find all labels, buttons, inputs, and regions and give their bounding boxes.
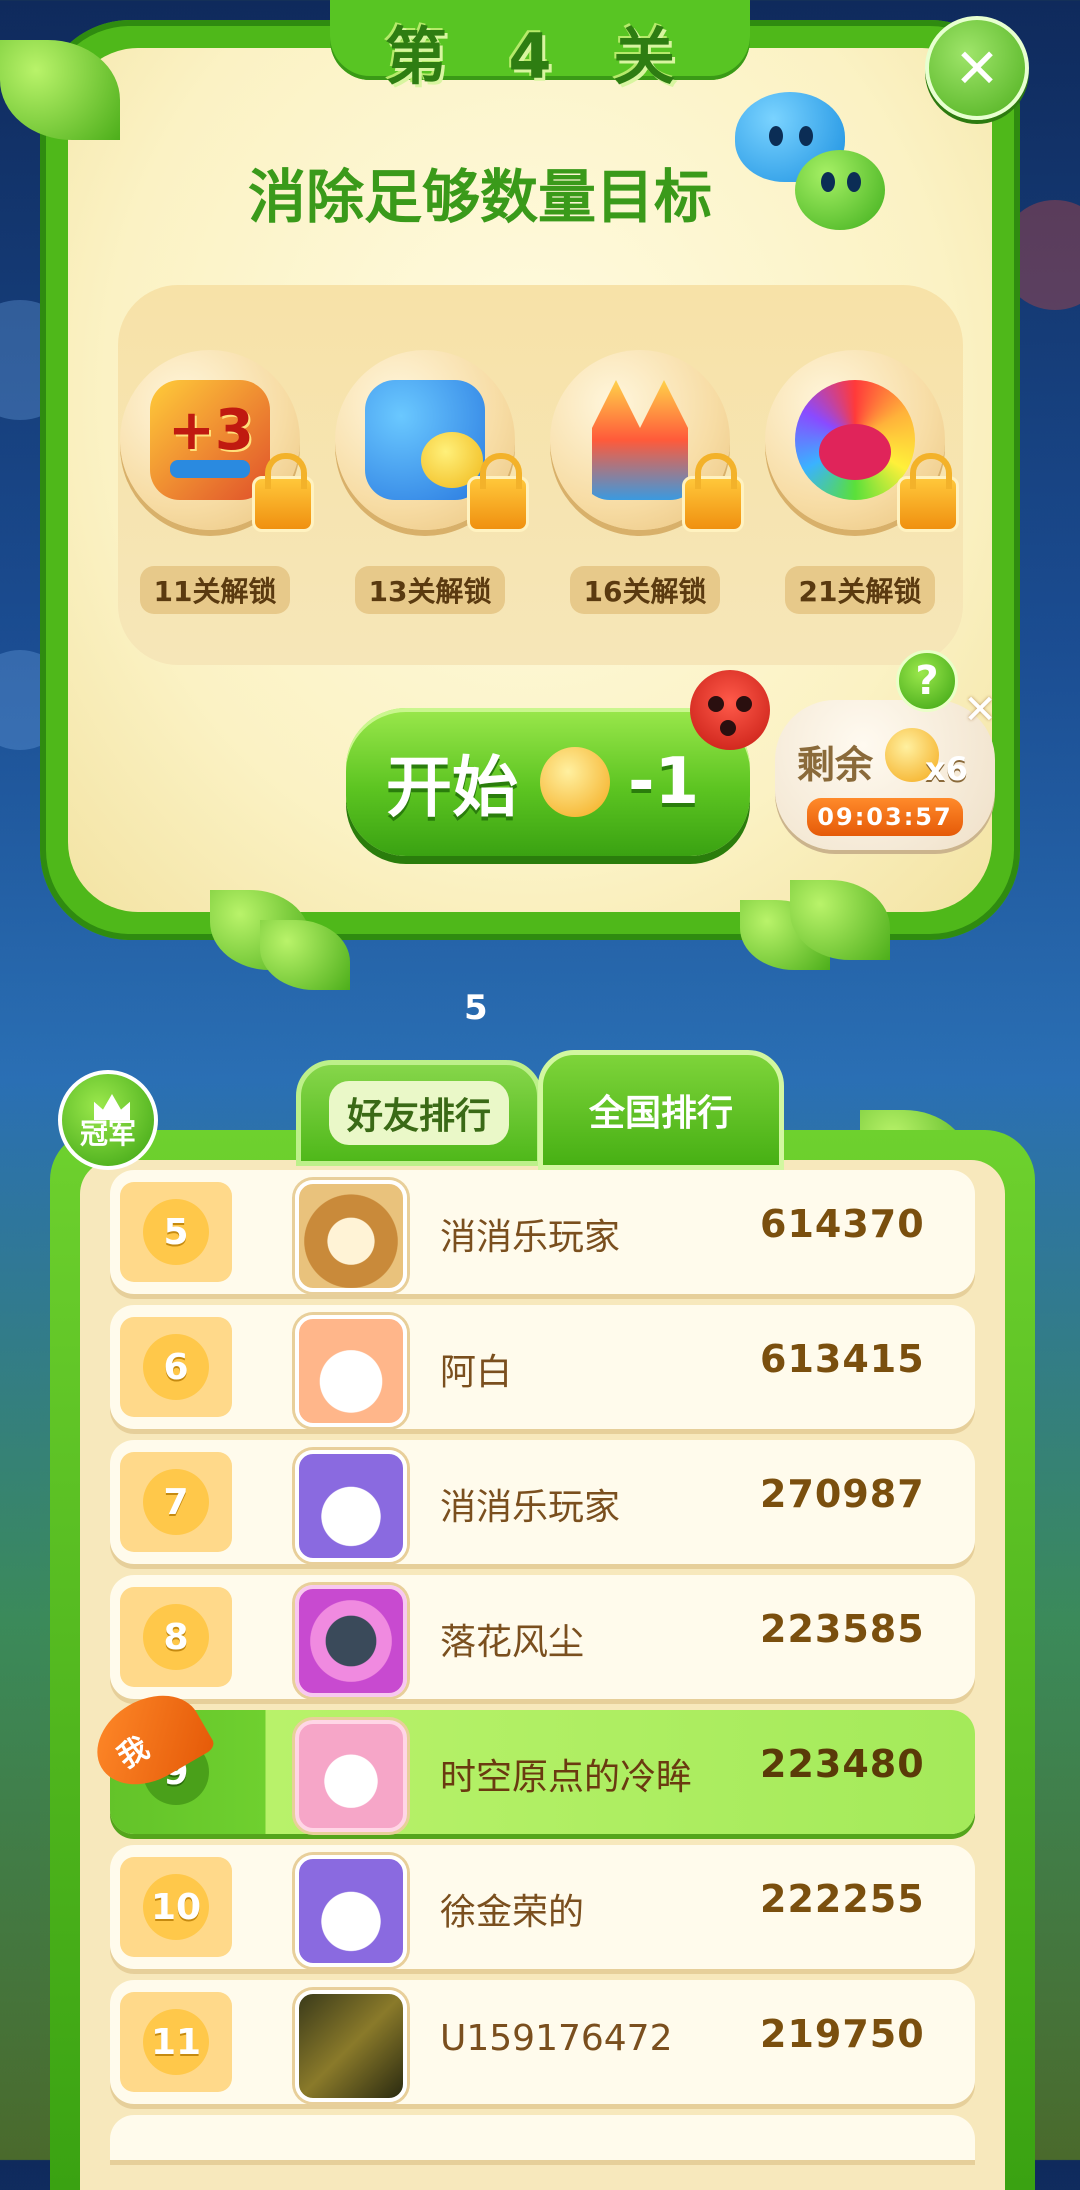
level-goal-text: 消除足够数量目标 <box>247 163 712 231</box>
map-level-number: 5 <box>464 988 488 1028</box>
ladybug-icon <box>690 670 770 750</box>
player-name: 消消乐玩家 <box>440 1217 621 1258</box>
booster-unlock-label: 13关解锁 <box>355 566 505 614</box>
puppy-avatar <box>295 1315 407 1427</box>
remaining-label: 剩余 <box>797 743 874 787</box>
bunny-avatar <box>295 1855 407 1967</box>
rank-number: 11 <box>143 2009 209 2075</box>
booster-unlock-label: 11关解锁 <box>140 566 290 614</box>
crown-icon <box>94 1094 130 1120</box>
player-name: 时空原点的冷眸 <box>440 1757 693 1798</box>
booster-unlock-label: 16关解锁 <box>570 566 720 614</box>
player-score: 614370 <box>760 1202 925 1246</box>
rank-number: 8 <box>143 1604 209 1670</box>
energy-timer: 09:03:57 <box>807 798 963 836</box>
player-score: 270987 <box>760 1472 925 1516</box>
close-icon: ✕ <box>954 36 1000 100</box>
frog-icon <box>795 150 885 230</box>
remaining-count: x6 <box>925 750 968 788</box>
player-score: 222255 <box>760 1877 925 1921</box>
leaderboard-row[interactable]: 6 阿白 613415 <box>110 1305 975 1429</box>
player-name: 徐金荣的 <box>440 1892 585 1933</box>
booster-firework[interactable] <box>550 350 744 532</box>
player-name: 消消乐玩家 <box>440 1487 621 1528</box>
close-button[interactable]: ✕ <box>925 16 1029 120</box>
tab-national-ranking[interactable]: 全国排行 <box>538 1050 784 1170</box>
pig-frame-avatar <box>295 1720 407 1832</box>
player-name: 落花风尘 <box>440 1622 585 1663</box>
leaderboard-row[interactable]: 11 U159176472 219750 <box>110 1980 975 2104</box>
tab-friends-ranking[interactable]: 好友排行 <box>296 1060 542 1166</box>
lock-icon <box>467 453 529 532</box>
tab-label: 全国排行 <box>588 1093 733 1134</box>
photo-frame-avatar <box>295 1585 407 1697</box>
booster-rainbow[interactable] <box>765 350 959 532</box>
bunny-avatar <box>295 1450 407 1562</box>
level-title: 第 4 关 <box>384 20 696 93</box>
booster-unlock-label: 21关解锁 <box>785 566 935 614</box>
start-cost: -1 <box>628 745 700 819</box>
energy-potion-icon <box>540 747 610 817</box>
question-icon: ? <box>915 658 939 704</box>
rank-number: 5 <box>143 1199 209 1265</box>
help-button[interactable]: ? <box>896 650 958 712</box>
player-score: 223480 <box>760 1742 925 1786</box>
lock-icon <box>682 453 744 532</box>
leaderboard-row[interactable]: 10 徐金荣的 222255 <box>110 1845 975 1969</box>
leaderboard-row[interactable]: 8 落花风尘 223585 <box>110 1575 975 1699</box>
photo-avatar <box>295 1990 407 2102</box>
leaderboard-row[interactable]: 5 消消乐玩家 614370 <box>110 1170 975 1294</box>
tab-label: 好友排行 <box>328 1081 509 1145</box>
player-name: U159176472 <box>440 2018 673 2059</box>
booster-swap[interactable] <box>335 350 529 532</box>
rank-number: 7 <box>143 1469 209 1535</box>
booster-plus3[interactable]: +3 <box>120 350 314 532</box>
raccoon-avatar <box>295 1180 407 1292</box>
me-badge-label: 我 <box>111 1730 156 1776</box>
champion-button[interactable]: 冠军 <box>58 1070 158 1170</box>
lock-icon <box>252 453 314 532</box>
player-score: 223585 <box>760 1607 925 1651</box>
remaining-close-button[interactable]: ✕ <box>960 687 1000 733</box>
close-icon: ✕ <box>963 687 997 733</box>
leaderboard-row[interactable]: 7 消消乐玩家 270987 <box>110 1440 975 1564</box>
start-label: 开始 <box>386 749 518 826</box>
start-button[interactable]: 开始 -1 <box>346 708 750 856</box>
rank-number: 6 <box>143 1334 209 1400</box>
player-score: 219750 <box>760 2012 925 2056</box>
player-score: 613415 <box>760 1337 925 1381</box>
leaderboard-row[interactable] <box>110 2115 975 2160</box>
rank-number: 10 <box>143 1874 209 1940</box>
leaderboard-row-self[interactable]: 9 时空原点的冷眸 223480 <box>110 1710 975 1834</box>
player-name: 阿白 <box>440 1352 513 1393</box>
lock-icon <box>897 453 959 532</box>
